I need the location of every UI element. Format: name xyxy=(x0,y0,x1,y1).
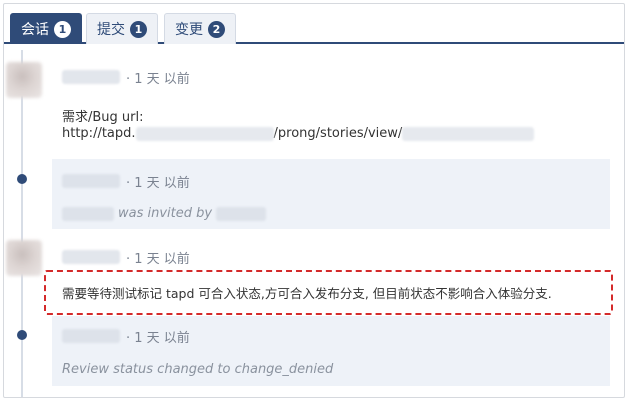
url-host-redacted xyxy=(135,126,274,141)
author-name-redacted[interactable] xyxy=(62,70,120,84)
invitee-redacted xyxy=(62,206,114,221)
entry-timestamp: · 1 天 以前 xyxy=(126,330,190,346)
tab-commits-badge: 1 xyxy=(130,20,147,38)
author-name-redacted[interactable] xyxy=(62,329,120,343)
tab-commits-label: 提交 xyxy=(97,22,125,38)
tab-conversation-badge: 1 xyxy=(54,20,71,38)
entry-timestamp: · 1 天 以前 xyxy=(126,251,190,267)
url-id-redacted xyxy=(402,126,535,141)
entry-header: · 1 天 以前 xyxy=(62,248,190,267)
entry-header: · 1 天 以前 xyxy=(62,172,190,191)
avatar xyxy=(6,240,42,276)
author-name-redacted[interactable] xyxy=(62,174,120,188)
comment-line-1: 需求/Bug url: xyxy=(62,110,144,125)
event-text: was invited by xyxy=(62,206,267,221)
timeline-line xyxy=(21,50,23,397)
entry-timestamp: · 1 天 以前 xyxy=(126,71,190,87)
invited-by-text: was invited by xyxy=(118,206,213,221)
timeline-marker xyxy=(17,330,27,340)
tab-changes[interactable]: 变更 2 xyxy=(164,13,236,44)
tab-changes-badge: 2 xyxy=(208,20,225,38)
entry-header: · 1 天 以前 xyxy=(62,68,190,87)
conversation-panel: 会话 1 提交 1 变更 2 · 1 天 以前 需求/Bug url: http… xyxy=(3,3,625,398)
avatar xyxy=(6,62,42,98)
event-entry: · 1 天 以前 Review status changed to change… xyxy=(52,316,610,386)
event-entry: · 1 天 以前 was invited by xyxy=(52,159,610,229)
tab-commits[interactable]: 提交 1 xyxy=(86,13,158,44)
entry-timestamp: · 1 天 以前 xyxy=(126,175,190,191)
timeline-marker xyxy=(17,174,27,184)
inviter-redacted xyxy=(216,206,267,221)
comment-url-line: http://tapd. /prong/stories/view/ xyxy=(62,126,535,141)
review-status-text: Review status changed to change_denied xyxy=(62,362,334,377)
tab-conversation-label: 会话 xyxy=(21,22,49,38)
tab-changes-label: 变更 xyxy=(175,22,203,38)
url-prefix[interactable]: http://tapd. xyxy=(62,126,136,141)
tab-conversation[interactable]: 会话 1 xyxy=(10,13,82,44)
url-path[interactable]: /prong/stories/view/ xyxy=(274,126,403,141)
author-name-redacted[interactable] xyxy=(62,250,120,264)
tab-bar: 会话 1 提交 1 变更 2 xyxy=(4,4,624,44)
comment-entry: · 1 天 以前 需要等待测试标记 tapd 可合入状态,方可合入发布分支, 但… xyxy=(52,240,610,312)
comment-text: 需要等待测试标记 tapd 可合入状态,方可合入发布分支, 但目前状态不影响合入… xyxy=(62,286,552,301)
comment-entry: · 1 天 以前 需求/Bug url: http://tapd. /prong/… xyxy=(52,60,610,160)
entry-header: · 1 天 以前 xyxy=(62,327,190,346)
